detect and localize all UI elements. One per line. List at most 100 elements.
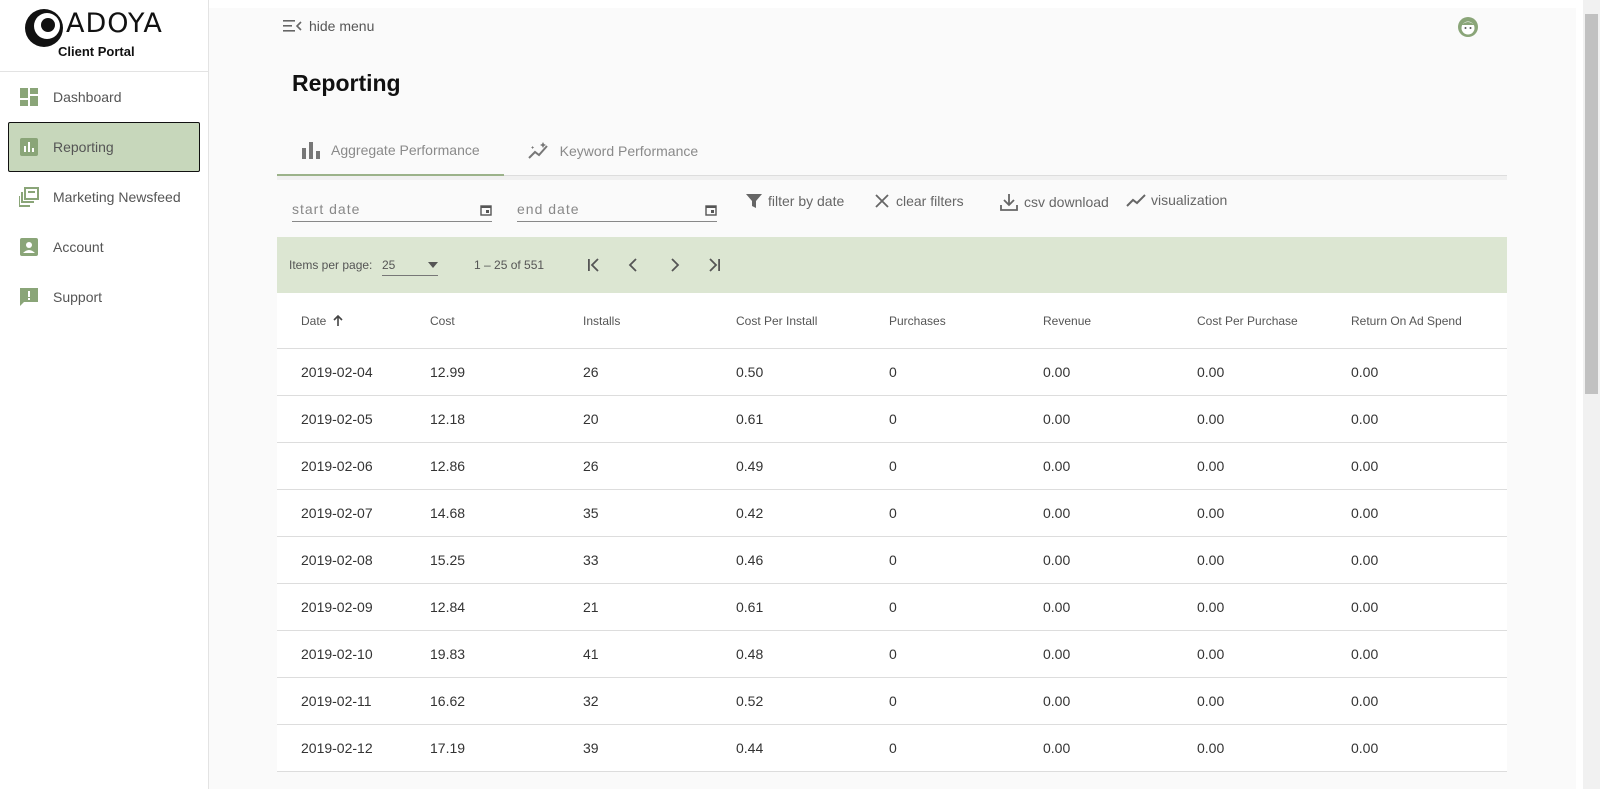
logo-wordmark: ADOYA xyxy=(66,8,163,39)
table-row: 2019-02-09 12.84 21 0.61 0 0.00 0.00 0.0… xyxy=(277,584,1507,631)
column-header-installs: Installs xyxy=(583,313,621,328)
cell-cost-per-purchase: 0.00 xyxy=(1197,599,1225,615)
cell-installs: 33 xyxy=(583,552,599,568)
items-per-page-label: Items per page: xyxy=(289,258,373,272)
cell-revenue: 0.00 xyxy=(1043,693,1071,709)
calendar-icon[interactable] xyxy=(480,204,492,216)
tab-keyword-performance[interactable]: Keyword Performance xyxy=(504,126,723,176)
cell-installs: 39 xyxy=(583,740,599,756)
column-header-purchases: Purchases xyxy=(889,313,946,328)
trending-up-icon xyxy=(1126,194,1146,207)
column-header-date[interactable]: Date xyxy=(277,314,430,328)
hide-menu-button[interactable]: hide menu xyxy=(283,18,374,34)
cell-cost: 19.83 xyxy=(430,646,466,662)
topbar: hide menu xyxy=(209,8,1576,48)
table-header-row: Date Cost Installs Cost Per Install Purc… xyxy=(277,293,1507,349)
cell-date: 2019-02-05 xyxy=(301,411,373,427)
last-page-button[interactable] xyxy=(702,253,726,277)
chevron-left-icon xyxy=(628,258,637,272)
cell-purchases: 0 xyxy=(889,693,897,709)
cell-roas: 0.00 xyxy=(1351,599,1379,615)
cell-cost: 14.68 xyxy=(430,505,466,521)
column-header-roas: Return On Ad Spend xyxy=(1351,313,1462,328)
tab-label: Aggregate Performance xyxy=(331,142,480,158)
dashboard-icon xyxy=(19,87,39,107)
cell-installs: 20 xyxy=(583,411,599,427)
cell-installs: 35 xyxy=(583,505,599,521)
cell-revenue: 0.00 xyxy=(1043,740,1071,756)
menu-collapse-icon xyxy=(283,20,302,32)
cell-roas: 0.00 xyxy=(1351,364,1379,380)
sidebar-item-label: Account xyxy=(53,239,104,255)
cell-cost-per-purchase: 0.00 xyxy=(1197,411,1225,427)
page-scrollbar[interactable] xyxy=(1583,0,1600,789)
cell-purchases: 0 xyxy=(889,646,897,662)
table-row: 2019-02-08 15.25 33 0.46 0 0.00 0.00 0.0… xyxy=(277,537,1507,584)
sidebar-item-dashboard[interactable]: Dashboard xyxy=(8,72,200,122)
column-header-revenue: Revenue xyxy=(1043,313,1092,328)
cell-cost: 16.62 xyxy=(430,693,466,709)
account-box-icon xyxy=(19,237,39,257)
first-page-icon xyxy=(588,258,599,272)
cell-cost: 12.18 xyxy=(430,411,466,427)
download-icon xyxy=(1000,194,1018,211)
cell-cost-per-purchase: 0.00 xyxy=(1197,740,1225,756)
column-header-cost-per-install: Cost Per Install xyxy=(736,313,818,328)
cell-date: 2019-02-10 xyxy=(301,646,373,662)
cell-date: 2019-02-04 xyxy=(301,364,373,380)
sidebar-item-label: Marketing Newsfeed xyxy=(53,189,181,205)
cell-purchases: 0 xyxy=(889,552,897,568)
cell-cost-per-purchase: 0.00 xyxy=(1197,693,1225,709)
logo[interactable]: ADOYA Client Portal xyxy=(0,0,208,72)
user-avatar-icon[interactable] xyxy=(1457,16,1479,38)
insights-icon xyxy=(527,142,548,159)
start-date-field[interactable]: start date xyxy=(292,198,492,222)
cell-revenue: 0.00 xyxy=(1043,505,1071,521)
clear-filters-label: clear filters xyxy=(896,193,964,209)
cell-cost-per-purchase: 0.00 xyxy=(1197,552,1225,568)
table-row: 2019-02-05 12.18 20 0.61 0 0.00 0.00 0.0… xyxy=(277,396,1507,443)
logo-subtitle: Client Portal xyxy=(58,44,135,59)
cell-cost-per-install: 0.49 xyxy=(736,458,764,474)
cell-roas: 0.00 xyxy=(1351,552,1379,568)
tab-aggregate-performance[interactable]: Aggregate Performance xyxy=(277,126,504,176)
cell-cost-per-purchase: 0.00 xyxy=(1197,646,1225,662)
column-header-cost: Cost xyxy=(430,313,455,328)
chevron-right-icon xyxy=(671,258,680,272)
cell-roas: 0.00 xyxy=(1351,740,1379,756)
next-page-button[interactable] xyxy=(662,253,686,277)
end-date-field[interactable]: end date xyxy=(517,198,717,222)
items-per-page-select[interactable]: 25 xyxy=(382,254,438,276)
filter-by-date-button[interactable]: filter by date xyxy=(745,192,844,210)
cell-revenue: 0.00 xyxy=(1043,552,1071,568)
clear-filters-button[interactable]: clear filters xyxy=(873,192,964,210)
sidebar-item-reporting[interactable]: Reporting xyxy=(8,122,200,172)
paginator: Items per page: 25 1 – 25 of 551 xyxy=(277,237,1507,293)
calendar-icon[interactable] xyxy=(705,204,717,216)
last-page-icon xyxy=(709,258,720,272)
csv-download-button[interactable]: csv download xyxy=(999,192,1109,212)
column-header-cost-per-purchase: Cost Per Purchase xyxy=(1197,313,1298,328)
cell-cost-per-install: 0.61 xyxy=(736,411,764,427)
previous-page-button[interactable] xyxy=(622,253,646,277)
sidebar-item-support[interactable]: Support xyxy=(8,272,200,322)
cell-cost-per-install: 0.52 xyxy=(736,693,764,709)
visualization-button[interactable]: visualization xyxy=(1126,192,1227,208)
cell-purchases: 0 xyxy=(889,740,897,756)
sidebar-item-label: Reporting xyxy=(53,139,114,155)
cell-installs: 26 xyxy=(583,364,599,380)
cell-date: 2019-02-11 xyxy=(301,693,372,709)
filter-bar: start date end date filter by date clear… xyxy=(277,176,1507,232)
sidebar-item-marketing-newsfeed[interactable]: Marketing Newsfeed xyxy=(8,172,200,222)
cell-cost-per-purchase: 0.00 xyxy=(1197,458,1225,474)
cell-revenue: 0.00 xyxy=(1043,599,1071,615)
end-date-placeholder: end date xyxy=(517,200,580,217)
scrollbar-thumb[interactable] xyxy=(1585,14,1598,394)
cell-cost-per-purchase: 0.00 xyxy=(1197,505,1225,521)
cell-installs: 21 xyxy=(583,599,599,615)
page-range-label: 1 – 25 of 551 xyxy=(474,258,545,272)
cell-date: 2019-02-07 xyxy=(301,505,373,521)
bar-chart-icon xyxy=(19,137,39,157)
first-page-button[interactable] xyxy=(582,253,606,277)
sidebar-item-account[interactable]: Account xyxy=(8,222,200,272)
